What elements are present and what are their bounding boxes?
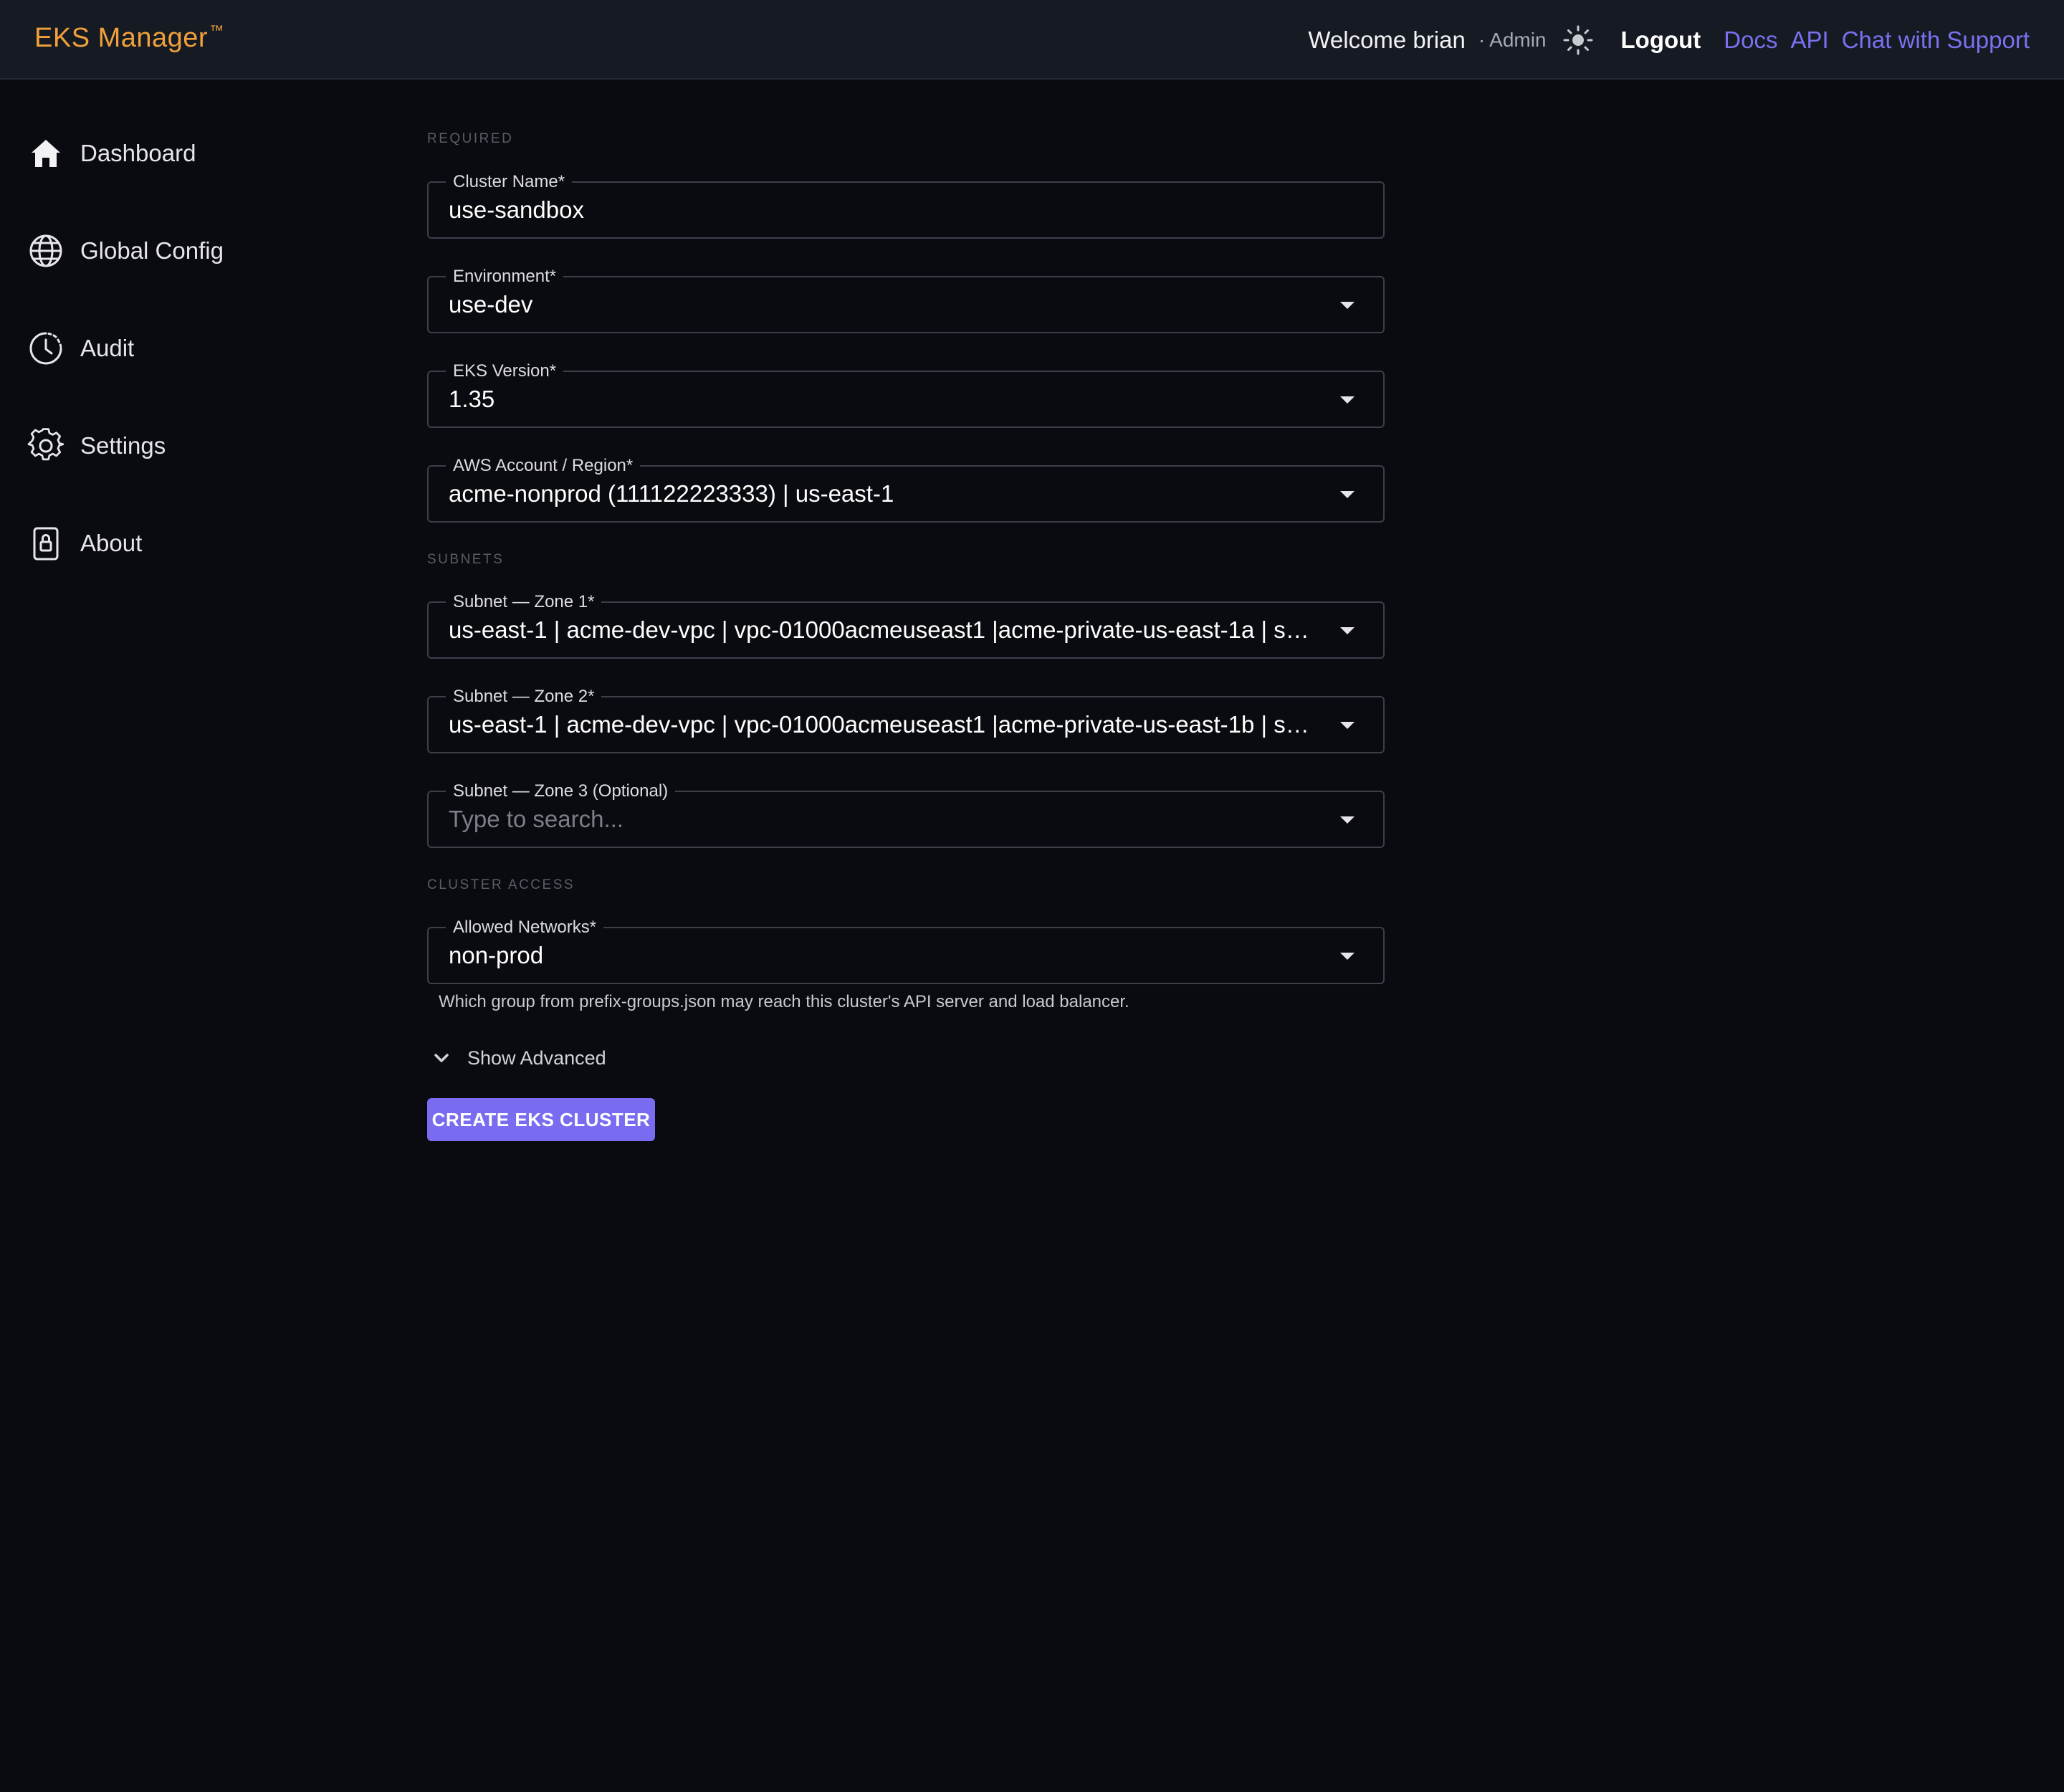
gear-icon [27,427,64,464]
sidebar-item-dashboard[interactable]: Dashboard [27,132,196,175]
logout-button[interactable]: Logout [1621,27,1701,54]
caret-down-icon[interactable] [1340,302,1354,309]
section-heading-subnets: SUBNETS [427,552,505,567]
caret-down-icon[interactable] [1340,396,1354,404]
eks-version-select[interactable]: EKS Version* 1.35 [427,361,1385,428]
field-label: Cluster Name* [446,171,573,193]
chevron-down-icon [429,1045,454,1071]
clock-icon [27,330,64,367]
allowed-networks-helper-text: Which group from prefix-groups.json may … [439,992,1129,1011]
search-placeholder[interactable]: Type to search... [449,805,1312,834]
field-label: Allowed Networks* [446,917,604,938]
caret-down-icon[interactable] [1340,491,1354,498]
caret-down-icon[interactable] [1340,816,1354,824]
header-actions: Welcome brian · Admin Logout Docs API Ch… [1308,0,2030,80]
field-value[interactable]: non-prod [449,941,1312,970]
field-label: AWS Account / Region* [446,455,641,477]
sun-icon[interactable] [1562,24,1594,56]
trademark-mark: ™ [209,23,224,39]
subnet-zone1-select[interactable]: Subnet — Zone 1* us-east-1 | acme-dev-vp… [427,591,1385,659]
field-value[interactable]: us-east-1 | acme-dev-vpc | vpc-01000acme… [449,616,1312,644]
sidebar-item-label: Dashboard [80,140,196,166]
field-value[interactable]: us-east-1 | acme-dev-vpc | vpc-01000acme… [449,710,1312,739]
brand-name: EKS Manager [34,23,209,53]
allowed-networks-select[interactable]: Allowed Networks* non-prod [427,917,1385,984]
field-label: Subnet — Zone 3 (Optional) [446,781,676,802]
sidebar-item-about[interactable]: About [27,522,142,565]
field-value[interactable]: use-dev [449,290,1312,319]
lock-icon [27,525,64,562]
field-value[interactable]: use-sandbox [449,196,1312,224]
sidebar-item-label: Global Config [80,237,224,264]
subnet-zone3-select[interactable]: Subnet — Zone 3 (Optional) Type to searc… [427,781,1385,848]
field-label: Subnet — Zone 2* [446,686,602,707]
sidebar: Dashboard Global Config Audit Settings A… [0,80,358,1792]
field-label: Environment* [446,266,564,287]
aws-account-region-select[interactable]: AWS Account / Region* acme-nonprod (1111… [427,455,1385,523]
role-badge: Admin [1489,28,1547,51]
create-eks-cluster-button[interactable]: CREATE EKS CLUSTER [427,1098,655,1141]
caret-down-icon[interactable] [1340,627,1354,634]
welcome-text: Welcome brian [1308,26,1466,53]
cluster-name-input[interactable]: Cluster Name* use-sandbox [427,171,1385,239]
field-label: EKS Version* [446,361,564,382]
show-advanced-toggle[interactable]: Show Advanced [429,1045,606,1071]
sidebar-item-label: Settings [80,432,166,459]
sidebar-item-audit[interactable]: Audit [27,327,134,370]
top-app-bar: EKS Manager ™ Welcome brian · Admin Logou… [0,0,2064,80]
subnet-zone2-select[interactable]: Subnet — Zone 2* us-east-1 | acme-dev-vp… [427,686,1385,753]
field-value[interactable]: 1.35 [449,385,1312,414]
docs-link[interactable]: Docs [1724,27,1777,54]
sidebar-item-global-config[interactable]: Global Config [27,229,224,272]
brand-logo[interactable]: EKS Manager ™ [34,23,224,54]
field-value[interactable]: acme-nonprod (111122223333) | us-east-1 [449,480,1312,508]
section-heading-required: REQUIRED [427,131,514,146]
sidebar-item-label: Audit [80,335,135,361]
field-label: Subnet — Zone 1* [446,591,602,613]
sidebar-item-label: About [80,530,143,556]
show-advanced-label: Show Advanced [467,1047,606,1069]
sidebar-item-settings[interactable]: Settings [27,424,166,467]
globe-icon [27,232,64,270]
api-link[interactable]: API [1790,27,1828,54]
separator-dot: · [1478,28,1486,51]
caret-down-icon[interactable] [1340,953,1354,960]
chat-support-link[interactable]: Chat with Support [1842,27,2030,54]
environment-select[interactable]: Environment* use-dev [427,266,1385,333]
caret-down-icon[interactable] [1340,722,1354,729]
section-heading-cluster-access: CLUSTER ACCESS [427,877,575,892]
home-icon [27,135,64,172]
